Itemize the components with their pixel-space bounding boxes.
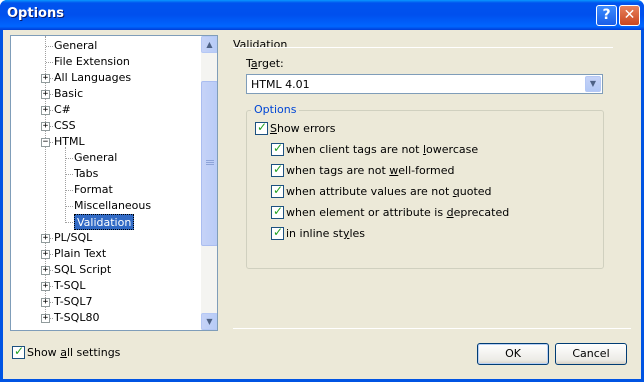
lowercase-tags-checkbox[interactable]: ✓ <box>271 141 284 156</box>
show-all-settings-label[interactable]: Show all settings <box>27 346 120 359</box>
target-value: HTML 4.01 <box>251 78 310 91</box>
options-tree[interactable]: ▲ ▼ General File Extension + All Languages +… <box>10 35 218 331</box>
expand-icon[interactable]: + <box>41 282 50 291</box>
checkmark-icon: ✓ <box>273 183 284 197</box>
tree-item[interactable]: General <box>74 150 117 166</box>
footer-separator <box>233 328 631 329</box>
tree-item[interactable]: T-SQL80 <box>54 310 99 326</box>
tree-item[interactable]: PL/SQL <box>54 230 92 246</box>
well-formed-label[interactable]: when tags are not well-formed <box>286 164 455 177</box>
tree-item[interactable]: C# <box>54 102 71 118</box>
dialog-client: ▲ ▼ General File Extension + All Languages +… <box>3 30 641 379</box>
tree-item[interactable]: Validation <box>74 214 135 230</box>
expand-icon[interactable]: + <box>41 74 50 83</box>
deprecated-checkbox[interactable]: ✓ <box>271 204 284 219</box>
checkmark-icon: ✓ <box>273 141 284 155</box>
collapse-icon[interactable]: − <box>41 138 50 147</box>
tree-item[interactable]: File Extension <box>54 54 130 70</box>
scroll-thumb[interactable] <box>201 81 217 246</box>
well-formed-checkbox[interactable]: ✓ <box>271 162 284 177</box>
lowercase-tags-label[interactable]: when client tags are not lowercase <box>286 143 478 156</box>
expand-icon[interactable]: + <box>41 250 50 259</box>
expand-icon[interactable]: + <box>41 90 50 99</box>
inline-styles-label[interactable]: in inline styles <box>286 227 365 240</box>
scroll-up-button[interactable]: ▲ <box>201 36 217 53</box>
ok-button[interactable]: OK <box>477 343 549 365</box>
page-title: Validation <box>233 38 288 51</box>
tree-item[interactable]: Tabs <box>74 166 98 182</box>
tree-item[interactable]: HTML <box>54 134 85 150</box>
expand-icon[interactable]: + <box>41 234 50 243</box>
checkmark-icon: ✓ <box>14 344 25 358</box>
scroll-down-button[interactable]: ▼ <box>201 313 217 330</box>
tree-item[interactable]: CSS <box>54 118 76 134</box>
options-legend: Options <box>251 103 300 116</box>
cancel-button[interactable]: Cancel <box>555 343 627 365</box>
tree-item[interactable]: Miscellaneous <box>74 198 151 214</box>
tree-item[interactable]: General <box>54 38 97 54</box>
tree-item[interactable]: SQL Script <box>54 262 111 278</box>
expand-icon[interactable]: + <box>41 106 50 115</box>
title-separator <box>233 47 613 48</box>
tree-scrollbar[interactable]: ▲ ▼ <box>201 36 217 330</box>
tree-item[interactable]: All Languages <box>54 70 131 86</box>
target-select[interactable]: HTML 4.01 ▼ <box>246 74 603 94</box>
quoted-attributes-label[interactable]: when attribute values are not quoted <box>286 185 492 198</box>
tree-item[interactable]: Basic <box>54 86 83 102</box>
checkmark-icon: ✓ <box>273 225 284 239</box>
deprecated-label[interactable]: when element or attribute is deprecated <box>286 206 509 219</box>
expand-icon[interactable]: + <box>41 314 50 323</box>
checkmark-icon: ✓ <box>273 204 284 218</box>
target-label: Target: <box>246 57 284 70</box>
expand-icon[interactable]: + <box>41 122 50 131</box>
quoted-attributes-checkbox[interactable]: ✓ <box>271 183 284 198</box>
tree-item[interactable]: T-SQL <box>54 278 85 294</box>
expand-icon[interactable]: + <box>41 298 50 307</box>
options-dialog: Options ? ✕ ▲ ▼ General File Extension + Al… <box>0 0 644 382</box>
tree-item[interactable]: Plain Text <box>54 246 106 262</box>
tree-item[interactable]: T-SQL7 <box>54 294 92 310</box>
show-errors-checkbox[interactable]: ✓ <box>255 120 268 135</box>
help-button[interactable]: ? <box>596 5 617 26</box>
chevron-down-icon[interactable]: ▼ <box>585 76 601 92</box>
inline-styles-checkbox[interactable]: ✓ <box>271 225 284 240</box>
tree-item[interactable]: Format <box>74 182 113 198</box>
title-bar[interactable]: Options ? ✕ <box>0 0 644 30</box>
close-button[interactable]: ✕ <box>619 5 640 26</box>
expand-icon[interactable]: + <box>41 266 50 275</box>
show-all-settings-checkbox[interactable]: ✓ <box>12 344 25 359</box>
window-title: Options <box>7 6 64 21</box>
show-errors-label[interactable]: Show errors <box>270 122 336 135</box>
checkmark-icon: ✓ <box>273 162 284 176</box>
checkmark-icon: ✓ <box>257 120 268 134</box>
